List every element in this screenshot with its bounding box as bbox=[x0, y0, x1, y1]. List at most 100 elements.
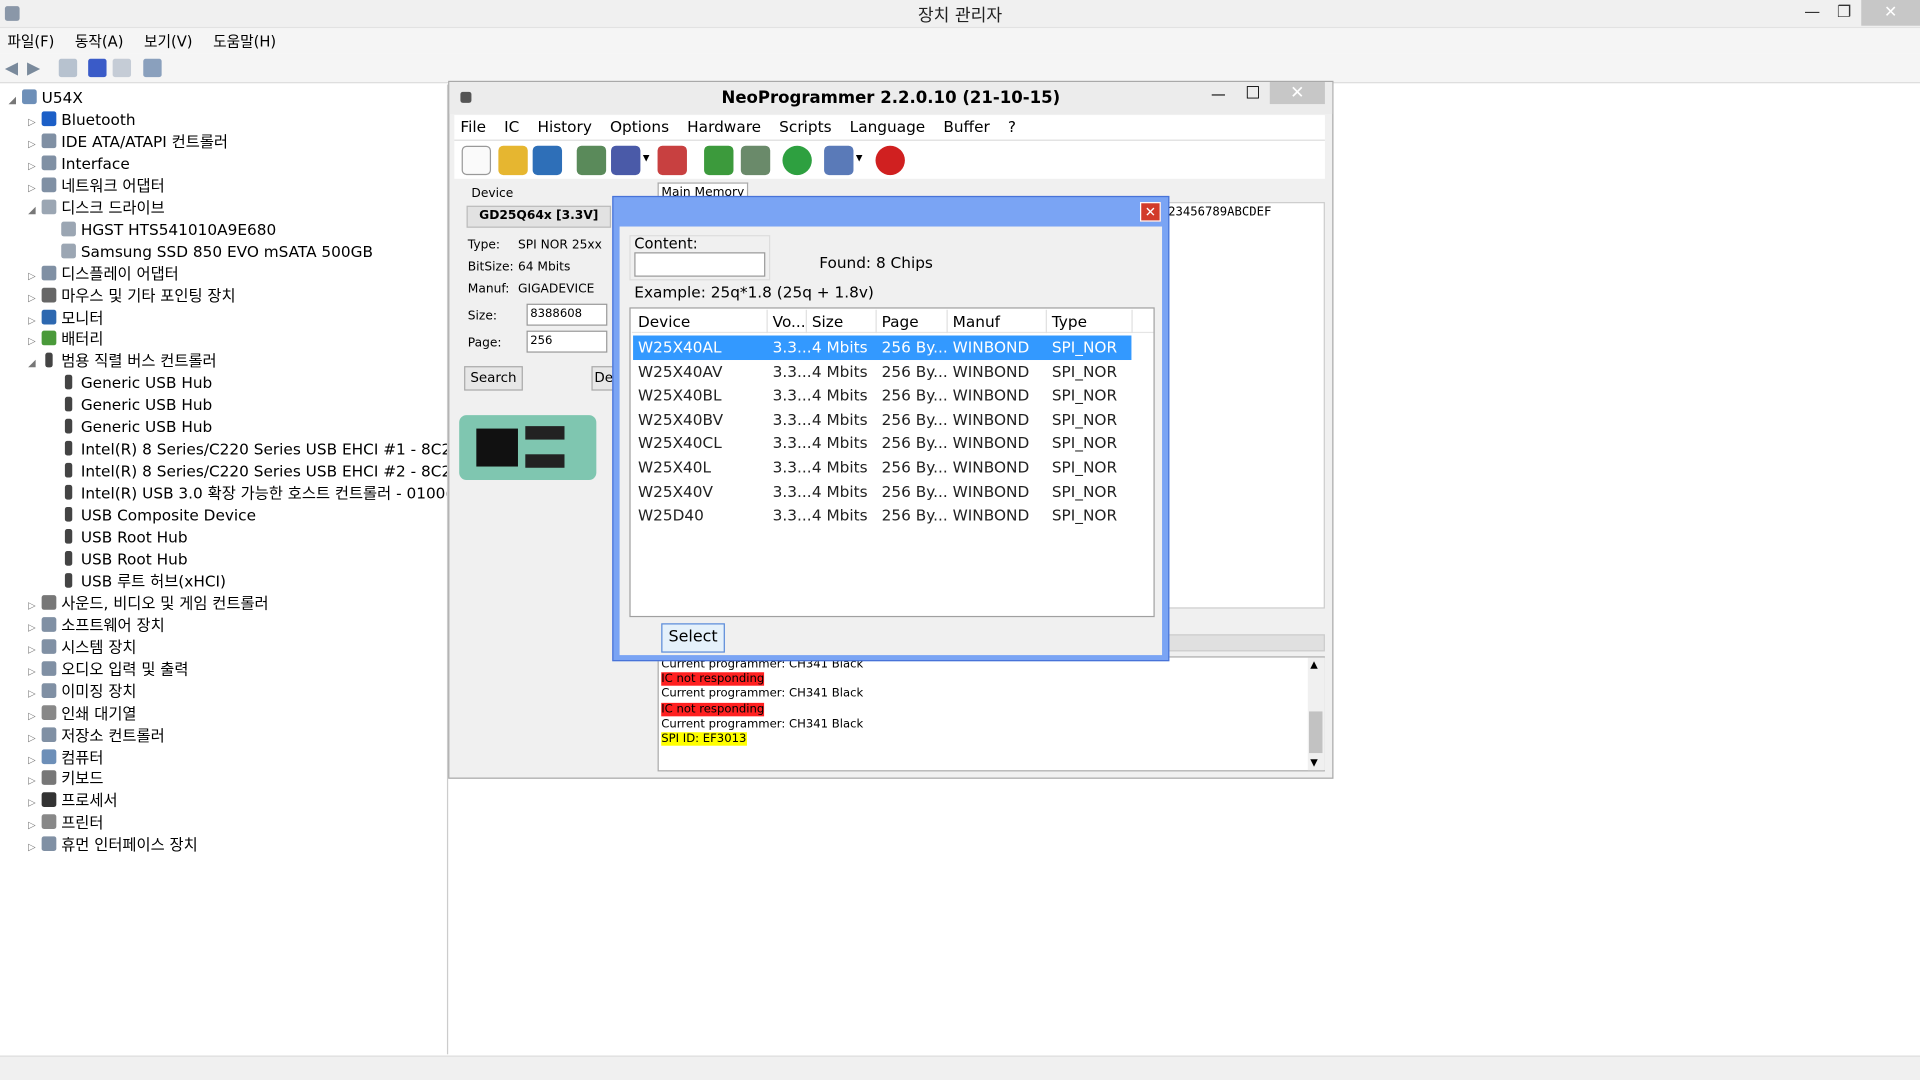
tree-node[interactable]: ▷ 인쇄 대기열 bbox=[24, 702, 136, 724]
column-header-size[interactable]: Size bbox=[812, 312, 843, 330]
maximize-button[interactable]: ❐ bbox=[1829, 0, 1858, 26]
np-maximize-button[interactable]: □ bbox=[1245, 83, 1260, 101]
tree-node[interactable]: Intel(R) USB 3.0 확장 가능한 호스트 컨트롤러 - 0100(… bbox=[44, 483, 447, 505]
blank-check-icon[interactable] bbox=[740, 145, 771, 176]
tree-node[interactable]: ▷ 컴퓨터 bbox=[24, 746, 103, 768]
collapsed-arrow-icon[interactable]: ▷ bbox=[24, 837, 39, 859]
open-folder-icon[interactable] bbox=[498, 145, 528, 176]
console-tree-icon[interactable] bbox=[58, 58, 78, 78]
tree-node[interactable]: ▷ 디스플레이 어댑터 bbox=[24, 263, 179, 285]
tree-node[interactable]: ▷ 사운드, 비디오 및 게임 컨트롤러 bbox=[24, 592, 269, 614]
np-menu-language[interactable]: Language bbox=[844, 115, 932, 139]
tree-node[interactable]: ▷ 프린터 bbox=[24, 812, 103, 834]
np-menu-history[interactable]: History bbox=[531, 115, 598, 139]
forward-arrow-icon[interactable]: ▶ bbox=[27, 59, 40, 79]
scroll-thumb[interactable] bbox=[1308, 711, 1323, 754]
table-row[interactable]: W25X40AL 3.3... 4 Mbits 256 By... WINBOND SPI… bbox=[633, 335, 1132, 360]
tree-node[interactable]: Generic USB Hub bbox=[44, 373, 212, 395]
table-row[interactable]: W25X40CL 3.3... 4 Mbits 256 By... WINBOND SPI… bbox=[633, 432, 1131, 456]
page-field[interactable]: 256 bbox=[526, 330, 608, 353]
tree-node[interactable]: ▷ 오디오 입력 및 출력 bbox=[24, 658, 188, 680]
lock-icon[interactable] bbox=[824, 145, 854, 176]
expanded-arrow-icon[interactable]: ◢ bbox=[5, 89, 20, 111]
column-header-type[interactable]: Type bbox=[1052, 312, 1087, 330]
tree-node[interactable]: ▷ 네트워크 어댑터 bbox=[24, 175, 165, 197]
column-header-voltage[interactable]: Vo... bbox=[773, 312, 806, 330]
size-field[interactable]: 8388608 bbox=[526, 303, 608, 326]
tree-node[interactable]: Generic USB Hub bbox=[44, 417, 212, 439]
tree-node[interactable]: Intel(R) 8 Series/C220 Series USB EHCI #… bbox=[44, 461, 447, 483]
help-icon[interactable] bbox=[88, 58, 107, 78]
np-menu-about[interactable]: ? bbox=[1002, 115, 1022, 139]
save-icon[interactable] bbox=[532, 145, 563, 176]
np-menu-hardware[interactable]: Hardware bbox=[681, 115, 767, 139]
tree-node[interactable]: Samsung SSD 850 EVO mSATA 500GB bbox=[44, 241, 373, 263]
scroll-up-icon[interactable]: ▲ bbox=[1310, 658, 1318, 670]
minimize-button[interactable]: — bbox=[1798, 0, 1827, 26]
np-close-button[interactable]: ✕ bbox=[1269, 82, 1325, 105]
tree-node[interactable]: USB Composite Device bbox=[44, 505, 256, 527]
select-button[interactable]: Select bbox=[661, 623, 725, 653]
menu-file[interactable]: 파일(F) bbox=[0, 28, 62, 51]
verify-chip-icon[interactable] bbox=[704, 145, 734, 176]
write-chip-icon[interactable] bbox=[611, 145, 641, 176]
tree-node[interactable]: USB Root Hub bbox=[44, 548, 188, 570]
tree-node[interactable]: Generic USB Hub bbox=[44, 395, 212, 417]
tree-node[interactable]: ◢ U54X bbox=[5, 87, 82, 111]
table-row[interactable]: W25X40BL 3.3... 4 Mbits 256 By... WINBOND SPI… bbox=[633, 383, 1131, 407]
menu-action[interactable]: 동작(A) bbox=[68, 28, 131, 51]
column-header-page[interactable]: Page bbox=[882, 312, 919, 330]
tree-node[interactable]: ▷ IDE ATA/ATAPI 컨트롤러 bbox=[24, 131, 228, 153]
expanded-arrow-icon[interactable]: ◢ bbox=[24, 353, 39, 375]
table-row[interactable]: W25X40V 3.3... 4 Mbits 256 By... WINBOND SPI_… bbox=[633, 480, 1131, 504]
table-row[interactable]: W25D40 3.3... 4 Mbits 256 By... WINBOND SPI_N… bbox=[633, 503, 1131, 527]
column-header-manuf[interactable]: Manuf bbox=[953, 312, 1000, 330]
tree-node[interactable]: ▷ 키보드 bbox=[24, 768, 103, 790]
np-menu-file[interactable]: File bbox=[454, 115, 492, 139]
table-row[interactable]: W25X40BV 3.3... 4 Mbits 256 By... WINBOND SPI… bbox=[633, 408, 1131, 432]
erase-chip-icon[interactable] bbox=[657, 145, 687, 176]
tree-node[interactable]: ▷ Bluetooth bbox=[24, 109, 135, 131]
scan-hardware-icon[interactable] bbox=[143, 58, 162, 78]
tree-node[interactable]: ▷ 프로세서 bbox=[24, 790, 118, 812]
stop-hand-icon[interactable] bbox=[875, 145, 905, 176]
new-file-icon[interactable] bbox=[461, 145, 492, 176]
content-input[interactable] bbox=[634, 252, 766, 277]
menu-help[interactable]: 도움말(H) bbox=[206, 28, 284, 51]
tree-node[interactable]: Intel(R) 8 Series/C220 Series USB EHCI #… bbox=[44, 439, 447, 461]
tree-node[interactable]: ▷ 휴먼 인터페이스 장치 bbox=[24, 834, 198, 859]
dialog-close-button[interactable]: ✕ bbox=[1140, 202, 1161, 222]
tree-node[interactable]: ▷ 저장소 컨트롤러 bbox=[24, 724, 165, 746]
tree-node[interactable]: ▷ 마우스 및 기타 포인팅 장치 bbox=[24, 285, 236, 307]
np-menu-ic[interactable]: IC bbox=[498, 115, 525, 139]
menu-view[interactable]: 보기(V) bbox=[137, 28, 200, 51]
np-menu-scripts[interactable]: Scripts bbox=[773, 115, 838, 139]
np-minimize-button[interactable]: — bbox=[1211, 86, 1226, 103]
read-chip-icon[interactable] bbox=[576, 145, 607, 176]
tree-node[interactable]: ◢ 범용 직렬 버스 컨트롤러 bbox=[24, 351, 217, 375]
expanded-arrow-icon[interactable]: ◢ bbox=[24, 199, 39, 221]
tree-node[interactable]: ◢ 디스크 드라이브 bbox=[24, 197, 165, 221]
table-row[interactable]: W25X40L 3.3... 4 Mbits 256 By... WINBOND SPI_… bbox=[633, 456, 1131, 480]
tree-node[interactable]: ▷ 소프트웨어 장치 bbox=[24, 614, 165, 636]
table-row[interactable]: W25X40AV 3.3... 4 Mbits 256 By... WINBOND SPI… bbox=[633, 360, 1131, 384]
np-menu-buffer[interactable]: Buffer bbox=[937, 115, 996, 139]
tree-node[interactable]: ▷ Interface bbox=[24, 153, 130, 175]
np-menu-options[interactable]: Options bbox=[604, 115, 675, 139]
tree-node[interactable]: ▷ 모니터 bbox=[24, 307, 103, 329]
chevron-down-icon[interactable]: ▼ bbox=[856, 153, 863, 163]
tree-node[interactable]: ▷ 이미징 장치 bbox=[24, 680, 136, 702]
close-button[interactable]: ✕ bbox=[1861, 0, 1920, 26]
search-button[interactable]: Search bbox=[464, 366, 523, 391]
scroll-down-icon[interactable]: ▼ bbox=[1310, 756, 1318, 768]
back-arrow-icon[interactable]: ◀ bbox=[5, 59, 18, 79]
column-header-device[interactable]: Device bbox=[638, 312, 690, 330]
properties-icon[interactable] bbox=[112, 58, 132, 78]
tree-node[interactable]: USB 루트 허브(xHCI) bbox=[44, 570, 226, 592]
tree-node[interactable]: HGST HTS541010A9E680 bbox=[44, 219, 276, 241]
chevron-down-icon[interactable]: ▼ bbox=[643, 153, 650, 163]
tree-node[interactable]: USB Root Hub bbox=[44, 527, 188, 549]
auto-program-icon[interactable] bbox=[782, 145, 812, 176]
tree-node[interactable]: ▷ 시스템 장치 bbox=[24, 636, 136, 658]
tree-node[interactable]: ▷ 배터리 bbox=[24, 329, 103, 351]
